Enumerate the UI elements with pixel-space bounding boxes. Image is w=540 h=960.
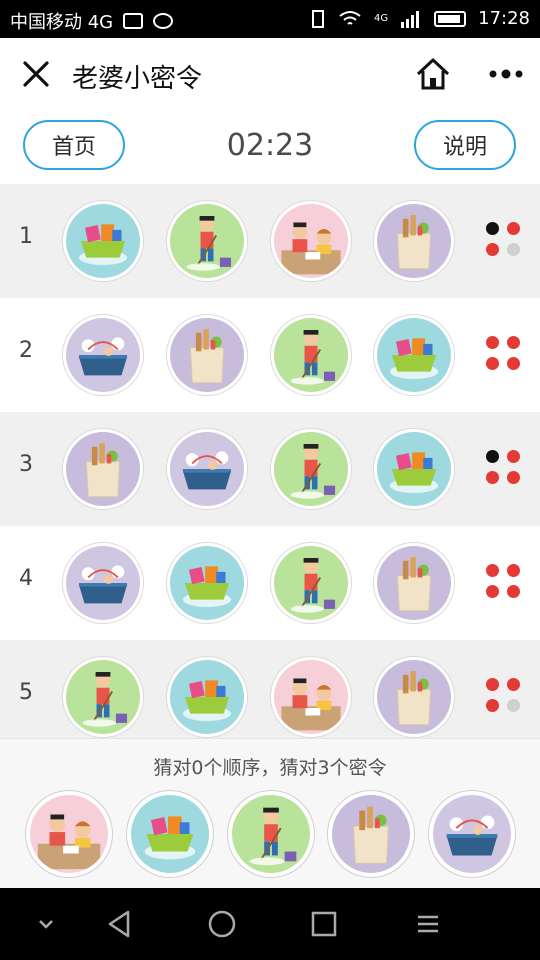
laundry-icon [63, 201, 143, 281]
home-circle-icon[interactable] [204, 906, 240, 942]
laundry-icon [374, 429, 454, 509]
red-dot [486, 564, 499, 577]
status-bar: 中国移动 4G 4G 17:28 [0, 0, 540, 38]
selection-panel: 猜对0个顺序，猜对3个密令 [0, 738, 540, 889]
clock-label: 17:28 [478, 8, 530, 29]
homework-choice-button[interactable] [26, 791, 112, 877]
more-icon[interactable] [488, 68, 524, 80]
vibrate-icon [312, 9, 324, 28]
dishes-icon [63, 315, 143, 395]
groceries-choice-button[interactable] [328, 791, 414, 877]
game-toolbar: 首页 02:23 说明 [0, 110, 540, 184]
laundry-icon [167, 657, 247, 737]
red-dot [486, 678, 499, 691]
row-number: 1 [19, 224, 33, 249]
status-right: 4G 17:28 [310, 8, 530, 29]
red-dot [486, 585, 499, 598]
red-dot [486, 243, 499, 256]
guess-row: 2 [0, 298, 540, 412]
homework-icon [271, 201, 351, 281]
image-icon [123, 13, 144, 29]
guess-row: 4 [0, 526, 540, 640]
feedback-dots [486, 222, 522, 258]
countdown-timer: 02:23 [226, 128, 314, 163]
mopping-choice-button[interactable] [228, 791, 314, 877]
groceries-icon [374, 657, 454, 737]
signal-icon [401, 10, 420, 28]
black-dot [486, 222, 499, 235]
collapse-icon[interactable] [28, 906, 64, 942]
laundry-icon [167, 543, 247, 623]
help-button[interactable]: 说明 [414, 120, 516, 170]
groceries-icon [374, 543, 454, 623]
red-dot [507, 222, 520, 235]
laundry-icon [374, 315, 454, 395]
feedback-dots [486, 450, 522, 486]
feedback-dots [486, 336, 522, 372]
wifi-icon [339, 10, 361, 25]
feedback-dots [486, 564, 522, 600]
black-dot [486, 450, 499, 463]
groceries-icon [374, 201, 454, 281]
red-dot [507, 585, 520, 598]
guess-history: 1 2 3 4 5 [0, 184, 540, 738]
status-left: 中国移动 4G [10, 8, 174, 34]
menu-icon[interactable] [410, 906, 446, 942]
back-icon[interactable] [102, 906, 138, 942]
mopping-icon [271, 429, 351, 509]
mopping-icon [271, 543, 351, 623]
row-number: 2 [19, 338, 33, 363]
homework-icon [271, 657, 351, 737]
carrier-label: 中国移动 4G [10, 12, 114, 33]
red-dot [507, 564, 520, 577]
home-icon[interactable] [415, 56, 451, 92]
page-title: 老婆小密令 [72, 64, 203, 94]
mopping-icon [271, 315, 351, 395]
mopping-icon [63, 657, 143, 737]
groceries-icon [167, 315, 247, 395]
close-icon[interactable] [20, 58, 52, 90]
mopping-icon [167, 201, 247, 281]
red-dot [486, 357, 499, 370]
red-dot [486, 336, 499, 349]
network-label: 4G [374, 13, 389, 24]
recents-icon[interactable] [306, 906, 342, 942]
guess-row: 1 [0, 184, 540, 298]
battery-icon [434, 10, 467, 27]
guess-row: 3 [0, 412, 540, 526]
dishes-choice-button[interactable] [429, 791, 515, 877]
gray-dot [507, 243, 520, 256]
red-dot [507, 471, 520, 484]
dishes-icon [167, 429, 247, 509]
row-number: 5 [19, 680, 33, 705]
groceries-icon [63, 429, 143, 509]
row-number: 4 [19, 566, 33, 591]
home-button[interactable]: 首页 [23, 120, 125, 170]
row-number: 3 [19, 452, 33, 477]
red-dot [507, 336, 520, 349]
title-bar: 老婆小密令 [0, 38, 540, 110]
red-dot [507, 450, 520, 463]
smiley-icon [153, 13, 174, 29]
system-navigation-bar [0, 888, 540, 960]
red-dot [486, 699, 499, 712]
result-hint: 猜对0个顺序，猜对3个密令 [153, 757, 387, 779]
red-dot [507, 357, 520, 370]
feedback-dots [486, 678, 522, 714]
laundry-choice-button[interactable] [127, 791, 213, 877]
gray-dot [507, 699, 520, 712]
red-dot [486, 471, 499, 484]
dishes-icon [63, 543, 143, 623]
guess-row: 5 [0, 640, 540, 738]
red-dot [507, 678, 520, 691]
